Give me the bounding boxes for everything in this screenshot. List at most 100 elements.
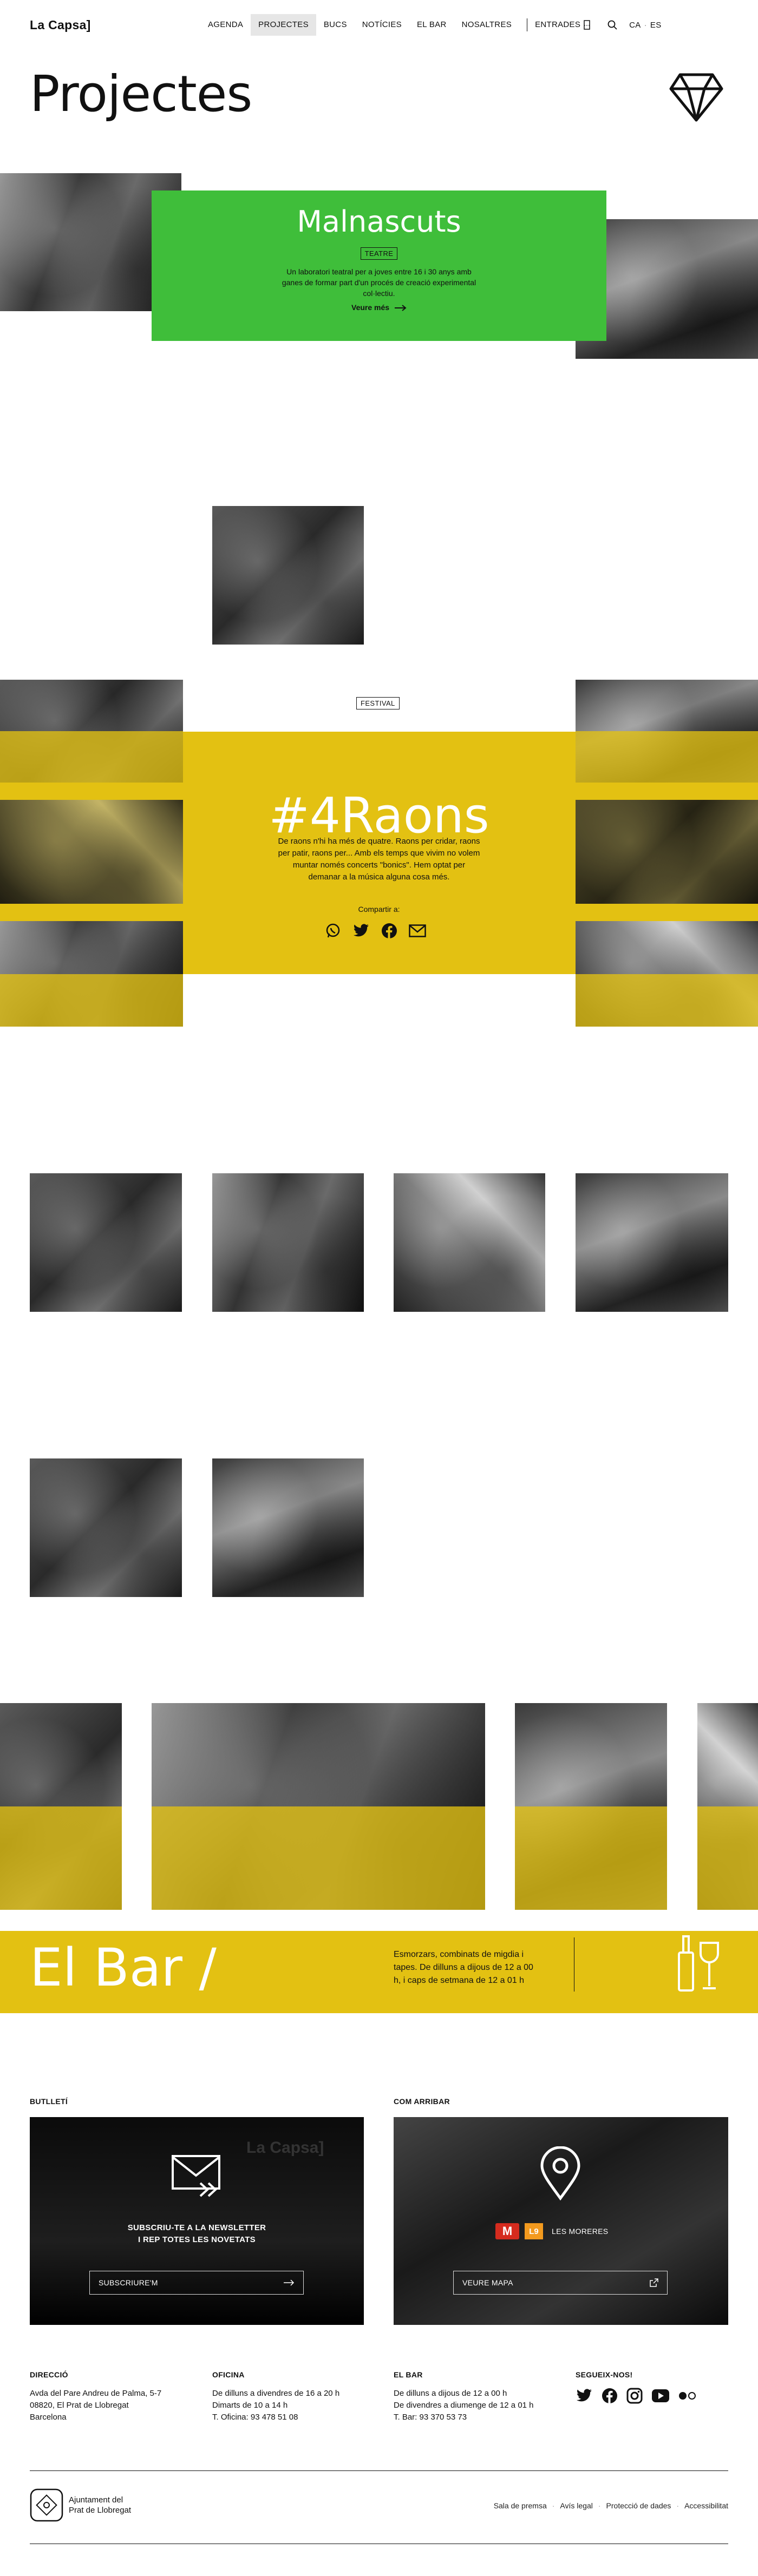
- lang-separator: ·: [644, 20, 647, 30]
- gallery-photo-people: [212, 1458, 364, 1597]
- malnascuts-card[interactable]: Malnascuts TEATRE Un laboratori teatral …: [152, 190, 606, 341]
- whatsapp-icon[interactable]: [324, 922, 342, 940]
- newsletter-bg-logo: La Capsa]: [246, 2139, 324, 2157]
- elbar-phone[interactable]: T. Bar: 93 370 53 73: [394, 2411, 567, 2423]
- metro-line-badge: L9: [525, 2223, 543, 2239]
- ajuntament-logo[interactable]: Ajuntament del Prat de Llobregat: [30, 2488, 131, 2522]
- more-label: Veure més: [351, 303, 390, 312]
- direccio-line-1: Avda del Pare Andreu de Palma, 5-7: [30, 2389, 162, 2398]
- view-map-button[interactable]: VEURE MAPA: [453, 2271, 668, 2295]
- gallery-photo-drums: [394, 1173, 545, 1312]
- youtube-icon[interactable]: [651, 2389, 670, 2406]
- facebook-icon[interactable]: [602, 2388, 618, 2407]
- info-elbar: EL BAR De dilluns a dijous de 12 a 00 h …: [394, 2370, 567, 2423]
- newsletter-text-1: SUBSCRIU-TE A LA NEWSLETTER: [127, 2223, 266, 2232]
- footer-link-press[interactable]: Sala de premsa: [494, 2501, 547, 2510]
- mail-icon[interactable]: [408, 922, 427, 940]
- external-link-icon: [650, 2278, 658, 2287]
- diamond-icon: [669, 73, 723, 122]
- gallery-photo-audience: [212, 506, 364, 645]
- oficina-label: OFICINA: [212, 2370, 245, 2379]
- newsletter-text-2: I REP TOTES LES NOVETATS: [138, 2235, 256, 2244]
- oficina-line-2: Dimarts de 10 a 14 h: [212, 2401, 288, 2410]
- twitter-icon[interactable]: [352, 922, 370, 940]
- footer-dot: ·: [598, 2501, 601, 2510]
- nav-projectes[interactable]: PROJECTES: [251, 14, 316, 36]
- bar-photo-2: [152, 1703, 485, 1910]
- search-icon[interactable]: [607, 20, 617, 30]
- gallery-photo-turntables: [212, 1173, 364, 1312]
- flickr-icon[interactable]: [678, 2391, 697, 2403]
- nav-el-bar[interactable]: EL BAR: [409, 14, 454, 36]
- oficina-line-1: De dilluns a divendres de 16 a 20 h: [212, 2389, 340, 2398]
- malnascuts-tag: TEATRE: [360, 247, 398, 260]
- raons-photo-r2: [576, 800, 758, 904]
- bar-photo-3: [515, 1703, 667, 1910]
- ticket-icon: [584, 20, 590, 30]
- lang-ca[interactable]: CA: [629, 21, 641, 30]
- ajuntament-line-1: Ajuntament del: [69, 2495, 123, 2505]
- nav-noticies[interactable]: NOTÍCIES: [355, 14, 409, 36]
- elbar-line-2: De divendres a diumenge de 12 a 01 h: [394, 2401, 534, 2410]
- subscribe-label: SUBSCRIURE'M: [99, 2278, 158, 2287]
- page-title: Projectes: [30, 65, 252, 123]
- gallery-photo-singer: [30, 1458, 182, 1597]
- raons-photo-r3: [576, 921, 758, 1027]
- share-label: Compartir a:: [358, 905, 400, 914]
- view-map-label: VEURE MAPA: [462, 2278, 513, 2287]
- bar-photo-1: [0, 1703, 122, 1910]
- wine-icon: [678, 1935, 719, 1992]
- direccio-label: DIRECCIÓ: [30, 2370, 68, 2379]
- gallery-photo-sax: [30, 1173, 182, 1312]
- nav-bucs[interactable]: BUCS: [316, 14, 355, 36]
- nav-nosaltres[interactable]: NOSALTRES: [454, 14, 519, 36]
- raons-photo-l1: [0, 680, 183, 783]
- entrades-label: ENTRADES: [535, 20, 581, 29]
- elbar-line-1: De dilluns a dijous de 12 a 00 h: [394, 2389, 507, 2398]
- footer-top-divider: [30, 2470, 728, 2471]
- instagram-icon[interactable]: [626, 2388, 643, 2407]
- nav-agenda[interactable]: AGENDA: [200, 14, 251, 36]
- bar-description: Esmorzars, combinats de migdia i tapes. …: [394, 1950, 533, 1985]
- malnascuts-title: Malnascuts: [297, 205, 461, 239]
- raons-photo-l2: [0, 800, 183, 904]
- bar-title[interactable]: El Bar /: [30, 1937, 217, 1998]
- metro-info: M L9 LES MORERES: [495, 2223, 608, 2239]
- gallery-photo-guitarist: [576, 1173, 728, 1312]
- footer-dot: ·: [552, 2501, 555, 2510]
- arrow-right-icon: [394, 305, 407, 312]
- ajuntament-shield-icon: [30, 2488, 63, 2522]
- footer-link-privacy[interactable]: Protecció de dades: [606, 2501, 671, 2510]
- footer-dot: ·: [676, 2501, 679, 2510]
- malnascuts-description: Un laboratori teatral per a joves entre …: [282, 267, 476, 298]
- main-nav: AGENDA PROJECTES BUCS NOTÍCIES EL BAR NO…: [200, 14, 662, 36]
- newsletter-label: BUTLLETÍ: [30, 2097, 68, 2106]
- newsletter-box[interactable]: La Capsa] SUBSCRIU-TE A LA NEWSLETTER I …: [30, 2117, 364, 2325]
- elbar-label: EL BAR: [394, 2370, 423, 2379]
- info-direccio: DIRECCIÓ Avda del Pare Andreu de Palma, …: [30, 2370, 192, 2423]
- arrow-right-icon: [284, 2279, 295, 2286]
- oficina-phone[interactable]: T. Oficina: 93 478 51 08: [212, 2411, 375, 2423]
- malnascuts-more-link[interactable]: Veure més: [152, 303, 606, 312]
- segueix-label: SEGUEIX-NOS!: [576, 2370, 633, 2379]
- metro-m-icon: M: [495, 2223, 519, 2239]
- newsletter-mail-icon: [172, 2155, 220, 2197]
- entrades-link[interactable]: ENTRADES: [535, 14, 593, 36]
- share-icons: [324, 922, 427, 940]
- site-logo[interactable]: La Capsa]: [30, 18, 91, 32]
- facebook-icon[interactable]: [380, 922, 398, 940]
- lang-es[interactable]: ES: [650, 21, 662, 30]
- raons-photo-r1: [576, 680, 758, 783]
- footer-link-legal[interactable]: Avís legal: [560, 2501, 592, 2510]
- direccio-line-3: Barcelona: [30, 2413, 67, 2422]
- metro-station: LES MORERES: [552, 2227, 609, 2236]
- map-pin-icon: [540, 2146, 580, 2200]
- footer-link-accessibility[interactable]: Accessibilitat: [684, 2501, 728, 2510]
- subscribe-button[interactable]: SUBSCRIURE'M: [89, 2271, 304, 2295]
- arrive-box[interactable]: M L9 LES MORERES VEURE MAPA: [394, 2117, 728, 2325]
- social-icons: [576, 2388, 728, 2407]
- raons-tag: FESTIVAL: [356, 697, 400, 709]
- arrive-label: COM ARRIBAR: [394, 2097, 450, 2106]
- direccio-line-2: 08820, El Prat de Llobregat: [30, 2401, 129, 2410]
- twitter-icon[interactable]: [576, 2389, 593, 2406]
